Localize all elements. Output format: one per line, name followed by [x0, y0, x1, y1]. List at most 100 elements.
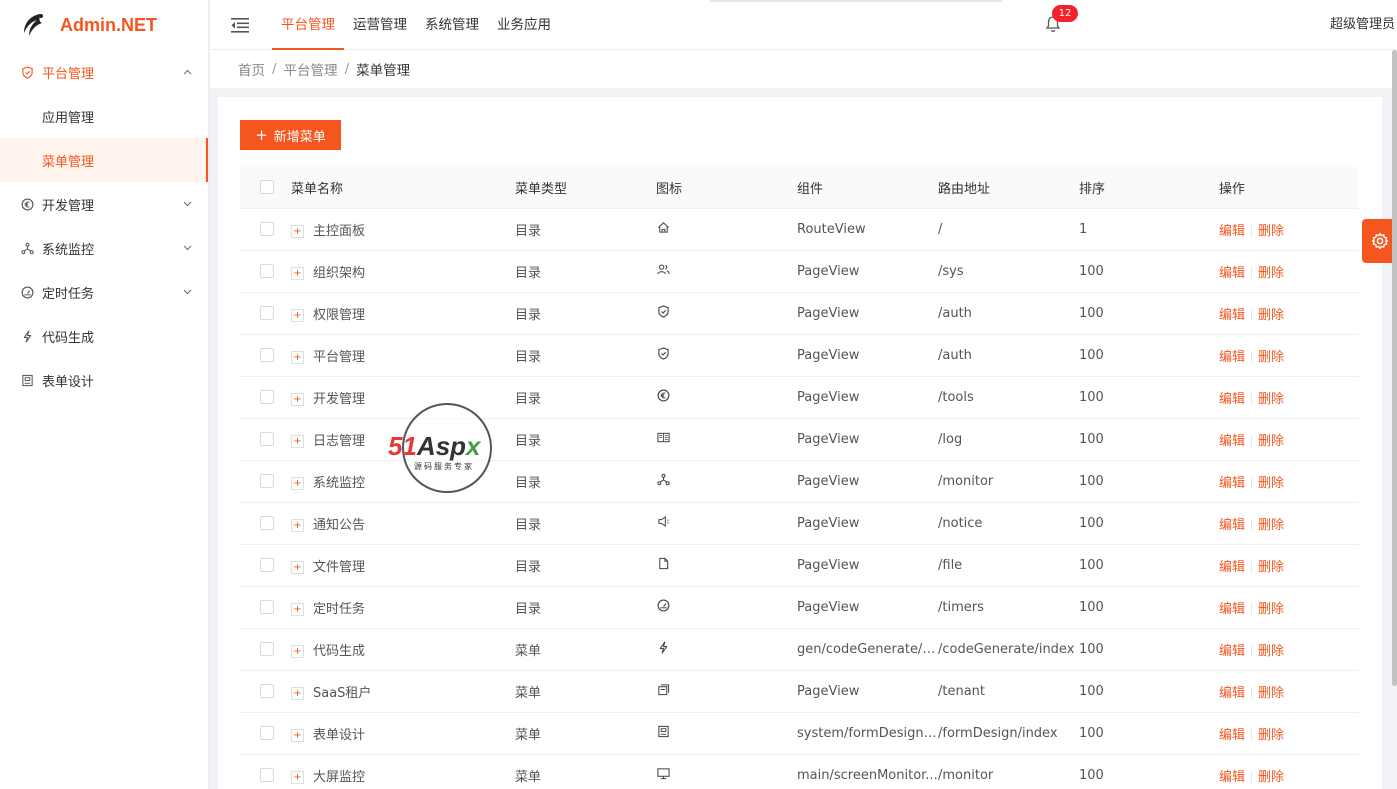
edit-link[interactable]: 编辑	[1219, 266, 1245, 281]
delete-link[interactable]: 删除	[1258, 770, 1284, 785]
table-row: + 主控面板 目录 RouteView/1 编辑 删除	[240, 208, 1359, 251]
expand-row-button[interactable]: +	[291, 350, 304, 364]
sidebar-item-code-gen[interactable]: 代码生成	[0, 314, 208, 358]
expand-row-button[interactable]: +	[291, 224, 304, 238]
tab-platform[interactable]: 平台管理	[272, 0, 344, 50]
row-select-cell	[240, 754, 291, 789]
row-select-cell	[240, 460, 291, 503]
delete-link[interactable]: 删除	[1258, 686, 1284, 701]
row-checkbox[interactable]	[260, 348, 274, 362]
row-checkbox[interactable]	[260, 474, 274, 488]
shield-icon	[656, 346, 670, 360]
route-path-cell: /sys	[938, 250, 1079, 293]
chevron-down-icon	[183, 287, 192, 298]
expand-row-button[interactable]: +	[291, 644, 304, 658]
delete-link[interactable]: 删除	[1258, 518, 1284, 533]
delete-link[interactable]: 删除	[1258, 224, 1284, 239]
edit-link[interactable]: 编辑	[1219, 224, 1245, 239]
edit-link[interactable]: 编辑	[1219, 434, 1245, 449]
component-cell: PageView	[797, 586, 938, 629]
expand-row-button[interactable]: +	[291, 560, 304, 574]
expand-row-button[interactable]: +	[291, 518, 304, 532]
user-menu[interactable]: 超级管理员	[1330, 0, 1395, 50]
component-cell: gen/codeGenerate/i...	[797, 628, 938, 671]
edit-link[interactable]: 编辑	[1219, 770, 1245, 785]
delete-link[interactable]: 删除	[1258, 434, 1284, 449]
edit-link[interactable]: 编辑	[1219, 350, 1245, 365]
expand-row-button[interactable]: +	[291, 308, 304, 322]
delete-link[interactable]: 删除	[1258, 350, 1284, 365]
edit-link[interactable]: 编辑	[1219, 308, 1245, 323]
watermark-brand-part: 51	[388, 431, 417, 461]
delete-link[interactable]: 删除	[1258, 476, 1284, 491]
expand-row-button[interactable]: +	[291, 392, 304, 406]
sidebar-item-platform[interactable]: 平台管理	[0, 50, 208, 94]
logo-icon	[24, 14, 43, 36]
edit-link[interactable]: 编辑	[1219, 560, 1245, 575]
row-checkbox[interactable]	[260, 516, 274, 530]
tab-business[interactable]: 业务应用	[488, 0, 560, 50]
row-checkbox[interactable]	[260, 432, 274, 446]
expand-row-button[interactable]: +	[291, 770, 304, 784]
actions-cell: 编辑 删除	[1219, 628, 1359, 671]
menu-name: 表单设计	[313, 727, 366, 743]
menu-name-cell: + 组织架构	[291, 250, 515, 293]
row-checkbox[interactable]	[260, 642, 274, 656]
delete-link[interactable]: 删除	[1258, 644, 1284, 659]
expand-row-button[interactable]: +	[291, 434, 304, 448]
edit-link[interactable]: 编辑	[1219, 518, 1245, 533]
action-divider	[1251, 687, 1253, 699]
logo[interactable]: Admin.NET	[0, 0, 208, 50]
file-icon	[656, 556, 670, 570]
tab-operations[interactable]: 运营管理	[344, 0, 416, 50]
page-scrollbar[interactable]	[1392, 50, 1397, 686]
expand-row-button[interactable]: +	[291, 476, 304, 490]
delete-link[interactable]: 删除	[1258, 602, 1284, 617]
sidebar-item-menu-management[interactable]: 菜单管理	[0, 138, 208, 182]
menu-name-cell: + 主控面板	[291, 208, 515, 251]
row-checkbox[interactable]	[260, 306, 274, 320]
row-checkbox[interactable]	[260, 264, 274, 278]
expand-row-button[interactable]: +	[291, 602, 304, 616]
delete-link[interactable]: 删除	[1258, 392, 1284, 407]
breadcrumb-item[interactable]: 平台管理	[284, 59, 338, 79]
row-checkbox[interactable]	[260, 768, 274, 782]
row-checkbox[interactable]	[260, 558, 274, 572]
select-all-checkbox[interactable]	[260, 180, 274, 195]
edit-link[interactable]: 编辑	[1219, 476, 1245, 491]
delete-link[interactable]: 删除	[1258, 728, 1284, 743]
delete-link[interactable]: 删除	[1258, 266, 1284, 281]
edit-link[interactable]: 编辑	[1219, 602, 1245, 617]
tab-system[interactable]: 系统管理	[416, 0, 488, 50]
expand-row-button[interactable]: +	[291, 266, 304, 280]
add-menu-button[interactable]: + 新增菜单	[240, 120, 341, 150]
sort-cell: 100	[1079, 292, 1219, 335]
sidebar-item-system-monitor[interactable]: 系统监控	[0, 226, 208, 270]
row-checkbox[interactable]	[260, 726, 274, 740]
menu-fold-button[interactable]	[210, 17, 270, 33]
route-path-cell: /tenant	[938, 670, 1079, 713]
sidebar-item-dev-management[interactable]: 开发管理	[0, 182, 208, 226]
edit-link[interactable]: 编辑	[1219, 644, 1245, 659]
edit-link[interactable]: 编辑	[1219, 392, 1245, 407]
row-checkbox[interactable]	[260, 390, 274, 404]
sidebar-item-scheduled-tasks[interactable]: 定时任务	[0, 270, 208, 314]
edit-link[interactable]: 编辑	[1219, 728, 1245, 743]
breadcrumb-item[interactable]: 首页	[238, 59, 265, 79]
sidebar-item-form-design[interactable]: 表单设计	[0, 358, 208, 402]
edit-link[interactable]: 编辑	[1219, 686, 1245, 701]
row-checkbox[interactable]	[260, 684, 274, 698]
row-checkbox[interactable]	[260, 600, 274, 614]
actions-cell: 编辑 删除	[1219, 586, 1359, 629]
row-checkbox[interactable]	[260, 222, 274, 236]
lightning-icon	[20, 329, 34, 343]
menu-type-cell: 目录	[515, 292, 656, 335]
dashboard-icon	[656, 598, 670, 612]
expand-row-button[interactable]: +	[291, 686, 304, 700]
expand-row-button[interactable]: +	[291, 728, 304, 742]
sound-icon	[656, 514, 670, 528]
breadcrumb: 首页 / 平台管理 / 菜单管理	[210, 50, 1397, 88]
delete-link[interactable]: 删除	[1258, 308, 1284, 323]
sidebar-item-app-management[interactable]: 应用管理	[0, 94, 208, 138]
delete-link[interactable]: 删除	[1258, 560, 1284, 575]
